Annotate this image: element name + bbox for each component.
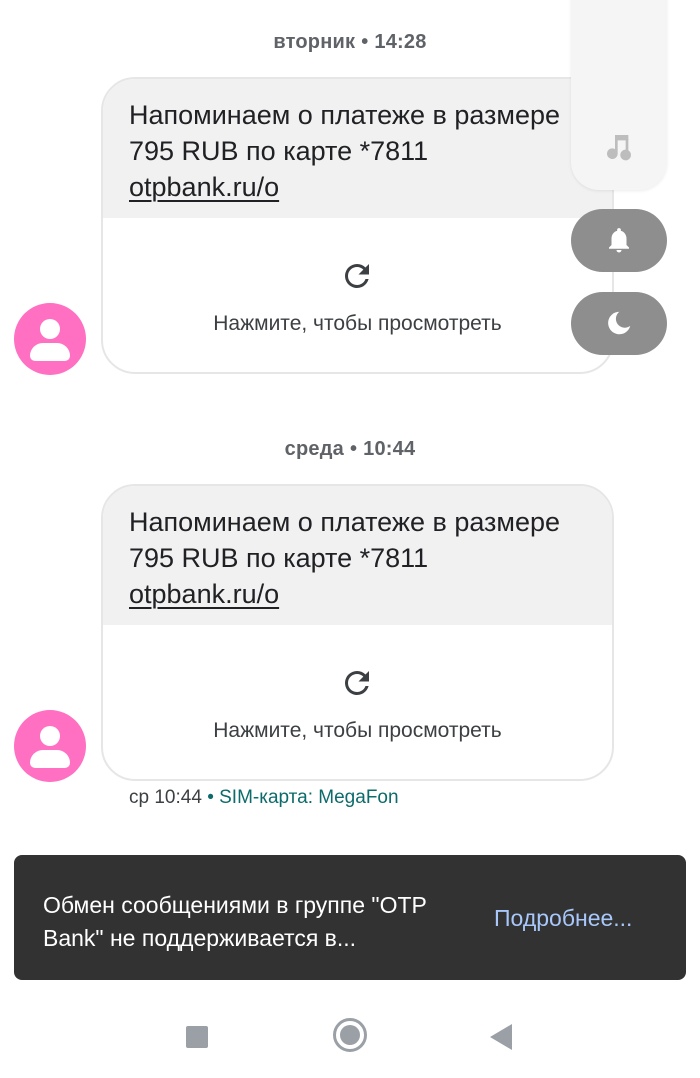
- reload-icon: [344, 264, 369, 288]
- person-icon: [40, 726, 60, 746]
- reload-icon: [344, 671, 369, 695]
- back-icon[interactable]: [490, 1024, 512, 1050]
- date-day: среда: [284, 438, 344, 460]
- link-preview[interactable]: Нажмите, чтобы просмотреть: [103, 625, 612, 779]
- ring-mode-button[interactable]: [571, 209, 667, 272]
- message-text: Напоминаем о платеже в размере 795 RUB п…: [129, 507, 561, 573]
- message-text-area: Напоминаем о платеже в размере 795 RUB п…: [103, 79, 612, 218]
- avatar[interactable]: [14, 710, 86, 782]
- message-meta: ср 10:44 • SIM-карта: MegaFon: [129, 787, 399, 809]
- message-text-area: Напоминаем о платеже в размере 795 RUB п…: [103, 486, 612, 625]
- date-dot: •: [361, 31, 369, 53]
- date-time: 10:44: [363, 438, 416, 460]
- snackbar-message: Обмен сообщениями в группе "OTP Bank" не…: [43, 892, 427, 951]
- meta-sim: SIM-карта: MegaFon: [219, 787, 399, 808]
- link-preview[interactable]: Нажмите, чтобы просмотреть: [103, 218, 612, 372]
- date-dot: •: [349, 438, 358, 460]
- avatar[interactable]: [14, 303, 86, 375]
- volume-panel[interactable]: [571, 0, 667, 190]
- bell-icon: [609, 228, 629, 253]
- date-day: вторник: [273, 31, 356, 53]
- message-bubble[interactable]: Напоминаем о платеже в размере 795 RUB п…: [101, 77, 614, 374]
- do-not-disturb-button[interactable]: [571, 292, 667, 355]
- preview-hint: Нажмите, чтобы просмотреть: [213, 719, 502, 742]
- date-separator: среда • 10:44: [0, 438, 700, 461]
- message-text: Напоминаем о платеже в размере 795 RUB п…: [129, 100, 561, 166]
- preview-hint: Нажмите, чтобы просмотреть: [213, 312, 502, 335]
- message-link[interactable]: otpbank.ru/o: [129, 579, 279, 609]
- message-bubble[interactable]: Напоминаем о платеже в размере 795 RUB п…: [101, 484, 614, 781]
- music-note-icon[interactable]: [603, 130, 635, 164]
- navigation-bar: [0, 992, 700, 1078]
- message-link[interactable]: otpbank.ru/o: [129, 172, 279, 202]
- person-icon: [40, 319, 60, 339]
- meta-dot: •: [207, 787, 214, 808]
- snackbar-action-button[interactable]: Подробнее...: [494, 905, 632, 932]
- date-time: 14:28: [374, 31, 427, 53]
- snackbar: Обмен сообщениями в группе "OTP Bank" не…: [14, 855, 686, 980]
- home-icon[interactable]: [333, 1018, 367, 1052]
- recents-icon[interactable]: [186, 1026, 208, 1048]
- moon-icon: [608, 311, 631, 335]
- meta-time: ср 10:44: [129, 787, 202, 808]
